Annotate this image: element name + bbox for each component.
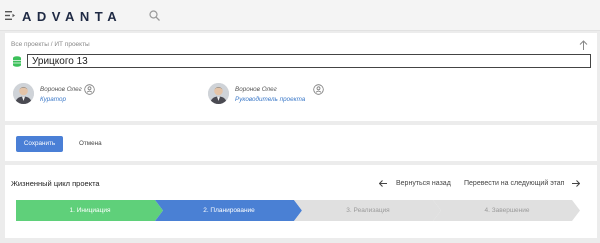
next-label: Перевести на следующий этап (464, 179, 565, 187)
lifecycle-card: Жизненный цикл проекта Вернуться назад П… (5, 165, 597, 238)
stage-pipeline: 1. Инициация 2. Планирование 3. Реализац… (16, 200, 582, 221)
stage-initiation[interactable]: 1. Инициация (16, 200, 164, 221)
search-icon[interactable] (149, 10, 160, 21)
stage-label: 3. Реализация (346, 207, 390, 214)
lifecycle-title: Жизненный цикл проекта (11, 179, 100, 188)
arrow-left-icon (379, 179, 387, 187)
project-card: Все проекты / ИТ проекты Воронов Олег Ку… (5, 33, 597, 121)
breadcrumb[interactable]: Все проекты / ИТ проекты (11, 41, 90, 48)
stage-completion[interactable]: 4. Завершение (433, 200, 581, 221)
stage-label: 4. Завершение (484, 207, 530, 214)
save-button[interactable]: Сохранить (16, 136, 63, 152)
avatar[interactable] (208, 83, 229, 104)
menu-collapse-icon[interactable] (5, 11, 15, 20)
back-label: Вернуться назад (396, 179, 451, 187)
person-name: Воронов Олег (235, 86, 277, 93)
actions-card: Сохранить Отмена (5, 125, 597, 161)
back-button[interactable]: Вернуться назад (379, 178, 451, 188)
person-name: Воронов Олег (40, 86, 82, 93)
stage-label: 1. Инициация (69, 207, 111, 214)
app-logo[interactable]: ADVANTA (22, 8, 122, 24)
logo-text: ADVANTA (22, 8, 123, 24)
user-switch-icon[interactable] (84, 84, 95, 95)
person-role-link[interactable]: Куратор (40, 96, 66, 103)
stage-implementation[interactable]: 3. Реализация (294, 200, 442, 221)
stage-planning[interactable]: 2. Планирование (155, 200, 303, 221)
arrow-right-icon (572, 179, 581, 187)
avatar[interactable] (13, 83, 34, 104)
stage-label: 2. Планирование (203, 207, 255, 214)
database-status-icon (13, 56, 21, 67)
next-stage-button[interactable]: Перевести на следующий этап (464, 178, 581, 188)
cancel-button[interactable]: Отмена (79, 136, 102, 152)
user-switch-icon[interactable] (313, 84, 324, 95)
arrow-up-icon[interactable] (579, 40, 588, 50)
project-name-input[interactable] (27, 54, 591, 68)
top-bar: ADVANTA (0, 0, 600, 31)
person-role-link[interactable]: Руководитель проекта (235, 96, 305, 103)
